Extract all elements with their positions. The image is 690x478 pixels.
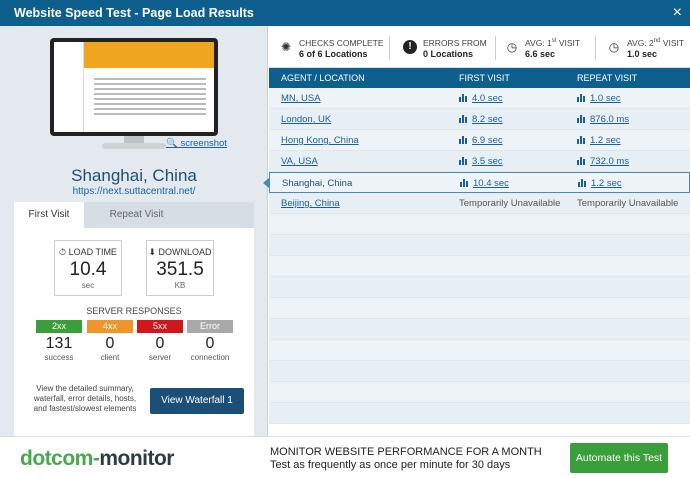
tab-repeat-visit[interactable]: Repeat Visit xyxy=(84,202,189,228)
table-row[interactable]: London, UK 8.2 sec 876.0 ms xyxy=(269,109,690,130)
col-location: AGENT / LOCATION xyxy=(281,73,365,83)
chart-icon xyxy=(460,179,469,187)
chart-icon xyxy=(459,136,468,144)
chart-icon xyxy=(577,115,586,123)
location-title: Shanghai, China xyxy=(71,166,197,185)
location-link[interactable]: Hong Kong, China xyxy=(281,130,359,151)
results-table-body: MN, USA 4.0 sec 1.0 sec London, UK 8.2 s… xyxy=(263,88,690,424)
tested-url[interactable]: https://next.suttacentral.net/ xyxy=(0,186,268,197)
results-card: First Visit Repeat Visit ⏱ LOAD TIME 10.… xyxy=(14,202,254,436)
clock-icon: ◷ xyxy=(506,40,518,54)
response-5xx: 5xx 0 server xyxy=(137,320,183,362)
chart-icon xyxy=(577,94,586,102)
first-visit-link[interactable]: 3.5 sec xyxy=(459,151,503,172)
table-row-empty xyxy=(269,277,690,298)
first-visit-link[interactable]: 10.4 sec xyxy=(460,173,509,194)
visit-tabs: First Visit Repeat Visit xyxy=(14,202,254,228)
summary-stats: ✺ CHECKS COMPLETE 6 of 6 Locations ! ERR… xyxy=(269,26,690,68)
tab-first-visit[interactable]: First Visit xyxy=(14,202,84,228)
table-row-empty xyxy=(269,403,690,424)
location-link[interactable]: VA, USA xyxy=(281,151,318,172)
automate-test-button[interactable]: Automate this Test xyxy=(570,443,668,473)
repeat-visit-link[interactable]: 1.2 sec xyxy=(578,173,622,194)
table-row-empty xyxy=(269,256,690,277)
col-repeat-visit: REPEAT VISIT xyxy=(577,73,638,83)
table-row-empty xyxy=(269,235,690,256)
selected-pointer-icon xyxy=(263,178,269,188)
results-panel: ✺ CHECKS COMPLETE 6 of 6 Locations ! ERR… xyxy=(263,26,690,436)
chart-icon xyxy=(459,94,468,102)
table-row-empty xyxy=(269,214,690,235)
chart-icon xyxy=(459,115,468,123)
response-4xx: 4xx 0 client xyxy=(87,320,133,362)
repeat-visit-link[interactable]: 876.0 ms xyxy=(577,109,629,130)
download-metric: ⬇ DOWNLOAD 351.5 KB xyxy=(146,240,214,296)
window-title: Website Speed Test - Page Load Results xyxy=(14,6,254,20)
first-visit-status: Temporarily Unavailable xyxy=(459,198,561,209)
alert-icon: ! xyxy=(403,40,417,54)
first-visit-link[interactable]: 6.9 sec xyxy=(459,130,503,151)
promo-subtext: Test as frequently as once per minute fo… xyxy=(270,459,511,471)
table-row-empty xyxy=(269,298,690,319)
clock-icon: ◷ xyxy=(608,40,620,54)
chart-icon xyxy=(459,157,468,165)
table-row[interactable]: MN, USA 4.0 sec 1.0 sec xyxy=(269,88,690,109)
promo-footer: dotcom-monitor MONITOR WEBSITE PERFORMAN… xyxy=(0,436,690,478)
download-icon: ⬇ xyxy=(148,247,156,257)
table-row[interactable]: Beijing, China Temporarily Unavailable T… xyxy=(269,193,690,214)
repeat-visit-link[interactable]: 1.2 sec xyxy=(577,130,621,151)
table-row-empty xyxy=(269,382,690,403)
location-label[interactable]: Shanghai, China xyxy=(282,173,352,194)
col-first-visit: FIRST VISIT xyxy=(459,73,510,83)
location-link[interactable]: Beijing, China xyxy=(281,193,340,214)
table-row[interactable]: Hong Kong, China 6.9 sec 1.2 sec xyxy=(269,130,690,151)
location-detail-panel: 🔍 screenshot Shanghai, China https://nex… xyxy=(0,26,268,436)
location-link[interactable]: London, UK xyxy=(281,109,331,130)
load-time-metric: ⏱ LOAD TIME 10.4 sec xyxy=(54,240,122,296)
response-error: Error 0 connection xyxy=(187,320,233,362)
spinner-icon: ✺ xyxy=(280,40,292,54)
results-table-header: AGENT / LOCATION FIRST VISIT REPEAT VISI… xyxy=(269,68,690,88)
chart-icon xyxy=(578,179,587,187)
clock-icon: ⏱ xyxy=(59,247,67,257)
table-row-empty xyxy=(269,319,690,340)
chart-icon xyxy=(577,136,586,144)
response-2xx: 2xx 131 success xyxy=(36,320,82,362)
repeat-visit-link[interactable]: 732.0 ms xyxy=(577,151,629,172)
table-row-empty xyxy=(269,361,690,382)
chart-icon xyxy=(577,157,586,165)
table-row-selected[interactable]: Shanghai, China 10.4 sec 1.2 sec xyxy=(263,172,690,194)
location-link[interactable]: MN, USA xyxy=(281,88,321,109)
close-icon[interactable]: × xyxy=(673,0,682,26)
page-screenshot-thumbnail[interactable] xyxy=(50,38,218,152)
server-responses-title: SERVER RESPONSES xyxy=(86,306,182,316)
details-help-text: View the detailed summary, waterfall, er… xyxy=(33,384,137,413)
first-visit-link[interactable]: 4.0 sec xyxy=(459,88,503,109)
table-row-empty xyxy=(269,340,690,361)
dotcom-monitor-logo: dotcom-monitor xyxy=(20,447,174,470)
promo-headline: MONITOR WEBSITE PERFORMANCE FOR A MONTH xyxy=(270,446,542,458)
table-row[interactable]: VA, USA 3.5 sec 732.0 ms xyxy=(269,151,690,172)
window-titlebar: Website Speed Test - Page Load Results × xyxy=(0,0,690,26)
screenshot-link[interactable]: 🔍 screenshot xyxy=(166,138,227,149)
first-visit-link[interactable]: 8.2 sec xyxy=(459,109,503,130)
repeat-visit-link[interactable]: 1.0 sec xyxy=(577,88,621,109)
repeat-visit-status: Temporarily Unavailable xyxy=(577,198,679,209)
view-waterfall-button[interactable]: View Waterfall 1 xyxy=(150,388,244,414)
